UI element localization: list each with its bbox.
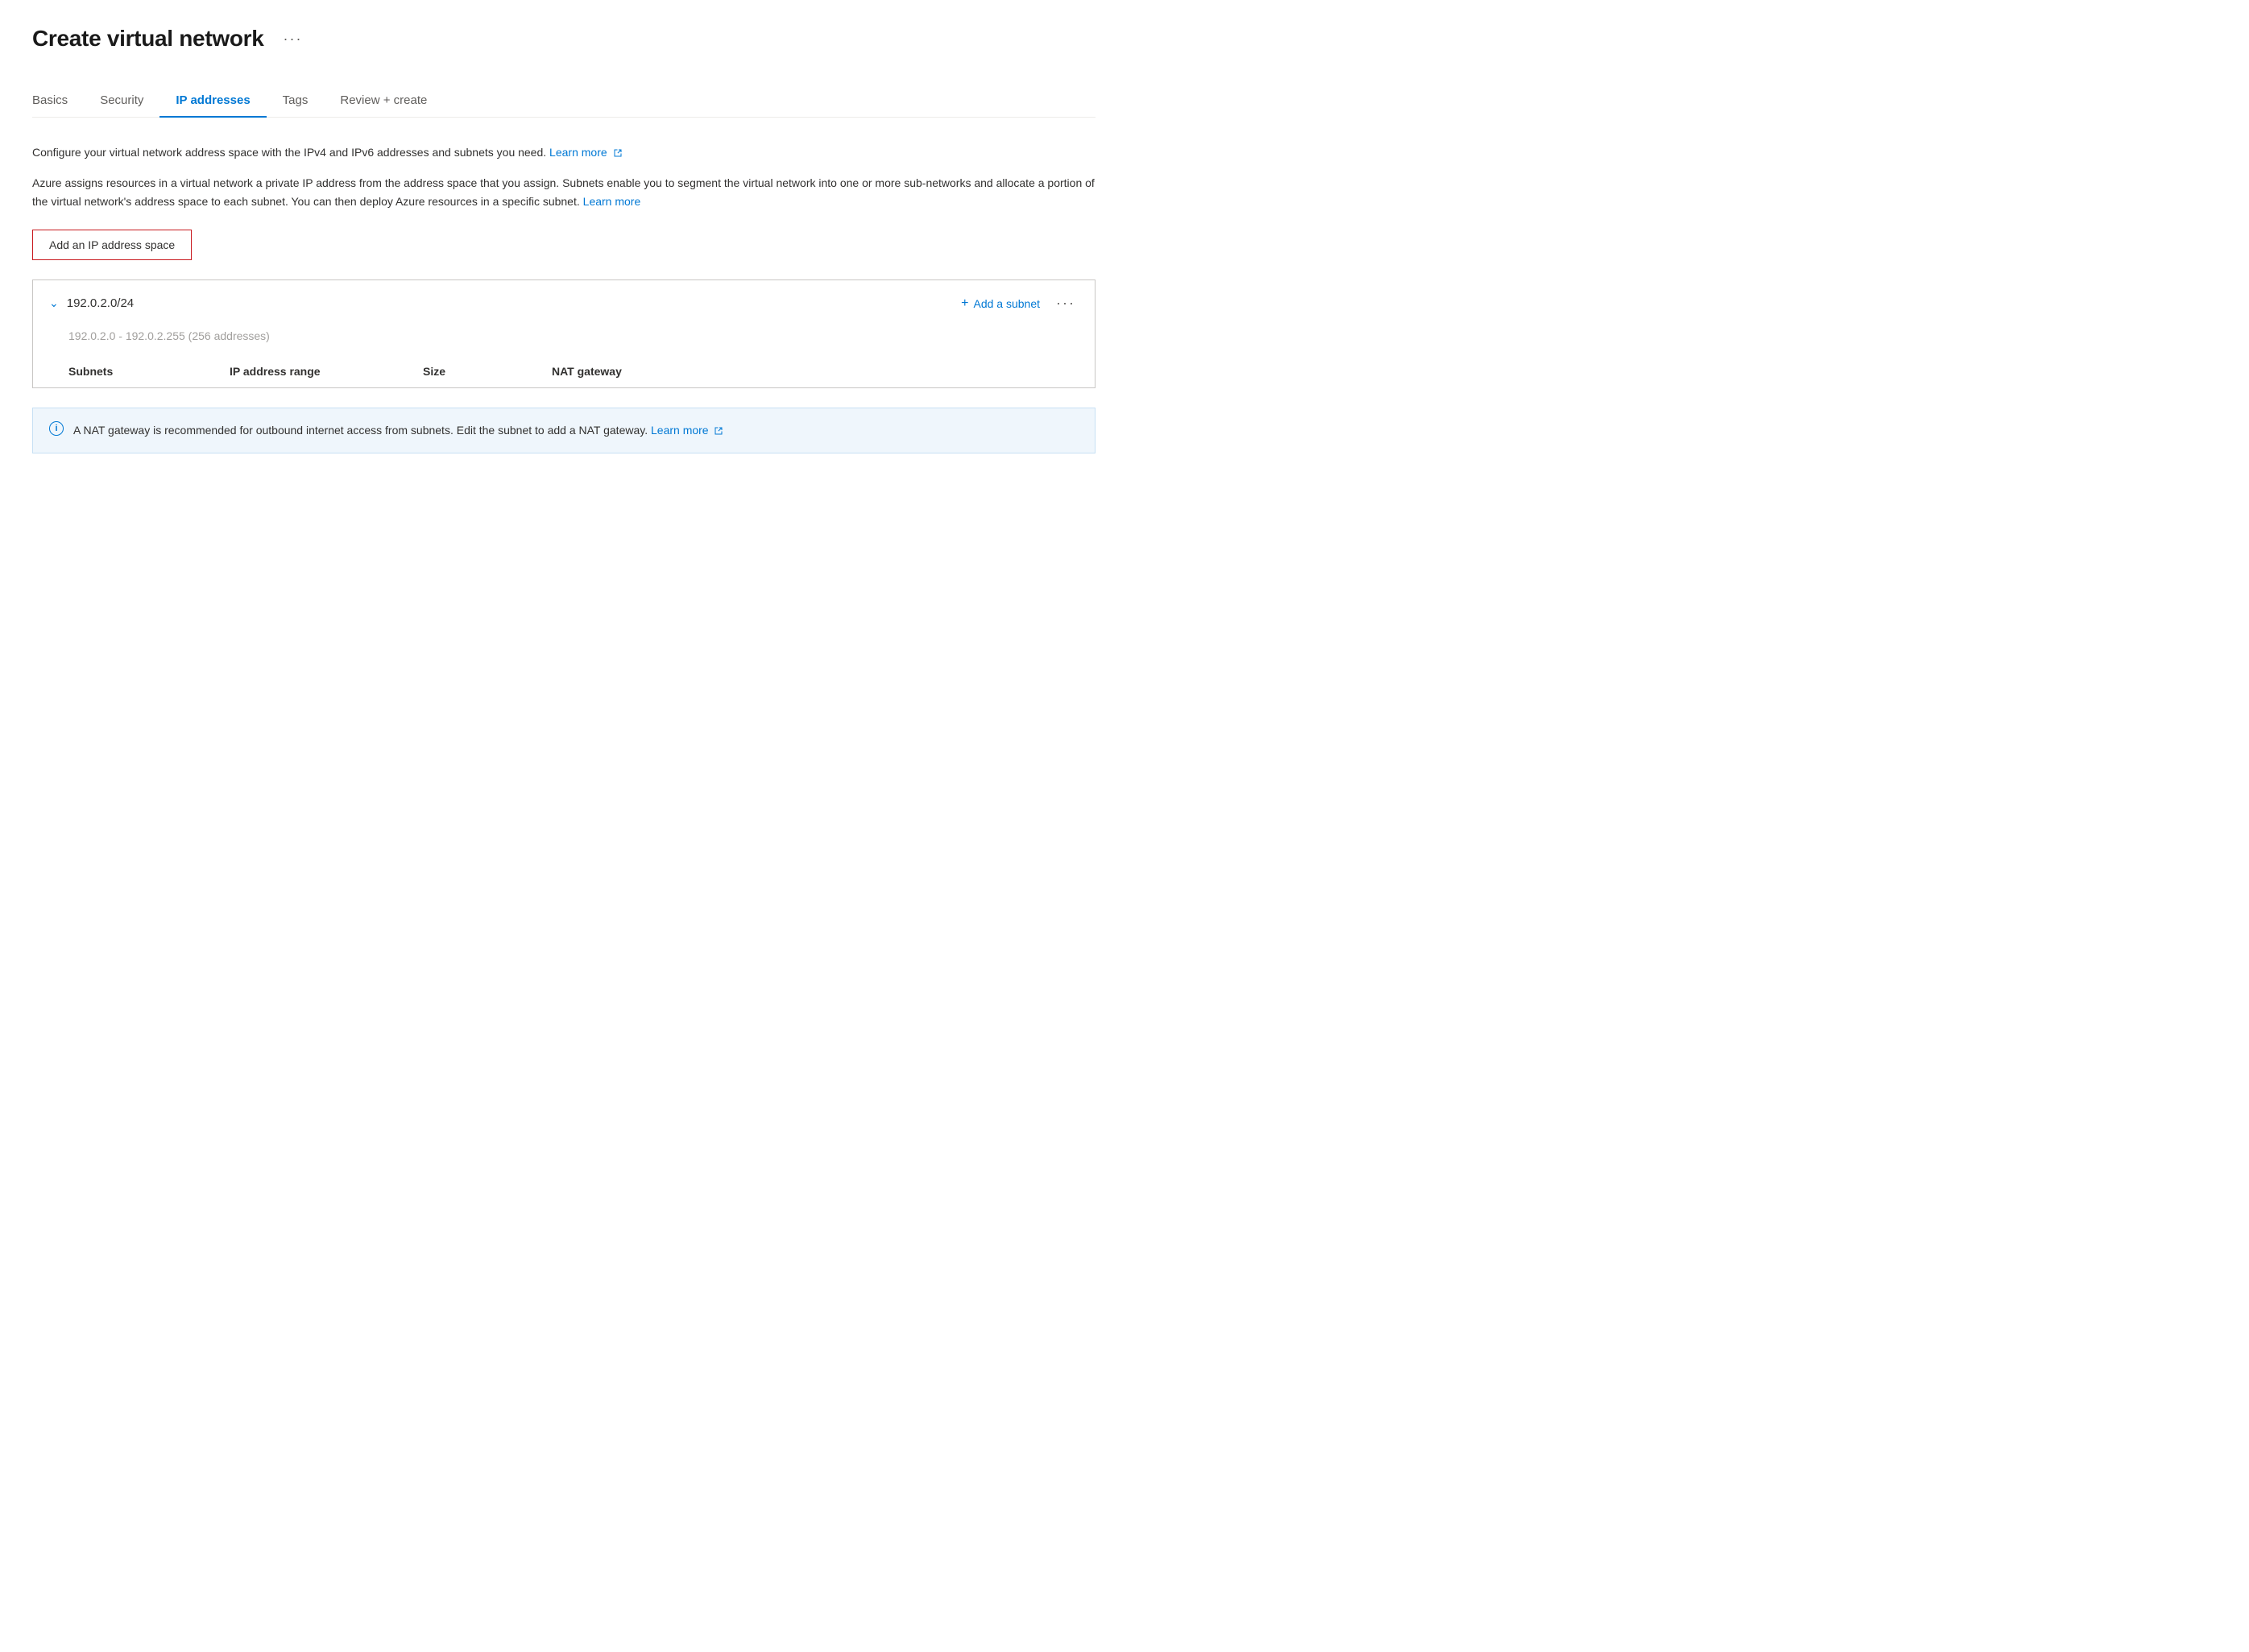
nat-info-banner: i A NAT gateway is recommended for outbo… (32, 408, 1096, 453)
add-ip-address-space-button[interactable]: Add an IP address space (32, 230, 192, 260)
ip-space-right: + Add a subnet ··· (961, 293, 1079, 313)
tab-security[interactable]: Security (84, 84, 159, 117)
tabs-nav: Basics Security IP addresses Tags Review… (32, 84, 1096, 118)
plus-icon: + (961, 296, 968, 311)
tab-tags[interactable]: Tags (267, 84, 325, 117)
page-header: Create virtual network ··· (32, 26, 1096, 52)
tab-ip-addresses[interactable]: IP addresses (159, 84, 266, 117)
tab-review-create[interactable]: Review + create (324, 84, 443, 117)
ip-space-more-options-button[interactable]: ··· (1053, 293, 1079, 313)
subnet-col-size: Size (423, 365, 552, 378)
add-subnet-button[interactable]: + Add a subnet (961, 296, 1040, 311)
subnet-table-header: Subnets IP address range Size NAT gatewa… (33, 355, 1095, 387)
description-line-2: Azure assigns resources in a virtual net… (32, 174, 1096, 210)
info-icon: i (49, 421, 64, 436)
chevron-up-icon[interactable]: ⌄ (49, 296, 59, 310)
description-line-1: Configure your virtual network address s… (32, 143, 1096, 161)
ip-space-left: ⌄ 192.0.2.0/24 (49, 296, 134, 310)
nat-learn-more-link[interactable]: Learn more (651, 424, 723, 437)
subnet-col-subnets: Subnets (68, 365, 230, 378)
ip-cidr-label: 192.0.2.0/24 (67, 296, 134, 310)
learn-more-link-2[interactable]: Learn more (583, 195, 641, 208)
external-link-icon-nat (714, 426, 723, 436)
learn-more-link-1[interactable]: Learn more (549, 146, 622, 159)
ip-range-info: 192.0.2.0 - 192.0.2.255 (256 addresses) (33, 326, 1095, 355)
tab-basics[interactable]: Basics (32, 84, 84, 117)
ip-space-container: ⌄ 192.0.2.0/24 + Add a subnet ··· 192.0.… (32, 279, 1096, 388)
nat-banner-text: A NAT gateway is recommended for outboun… (73, 421, 723, 439)
subnet-col-ip-range: IP address range (230, 365, 423, 378)
description-section: Configure your virtual network address s… (32, 143, 1096, 210)
header-ellipsis-button[interactable]: ··· (277, 27, 309, 51)
subnet-col-nat: NAT gateway (552, 365, 745, 378)
ip-space-header: ⌄ 192.0.2.0/24 + Add a subnet ··· (33, 280, 1095, 326)
external-link-icon-1 (613, 148, 623, 158)
page-title: Create virtual network (32, 26, 264, 52)
